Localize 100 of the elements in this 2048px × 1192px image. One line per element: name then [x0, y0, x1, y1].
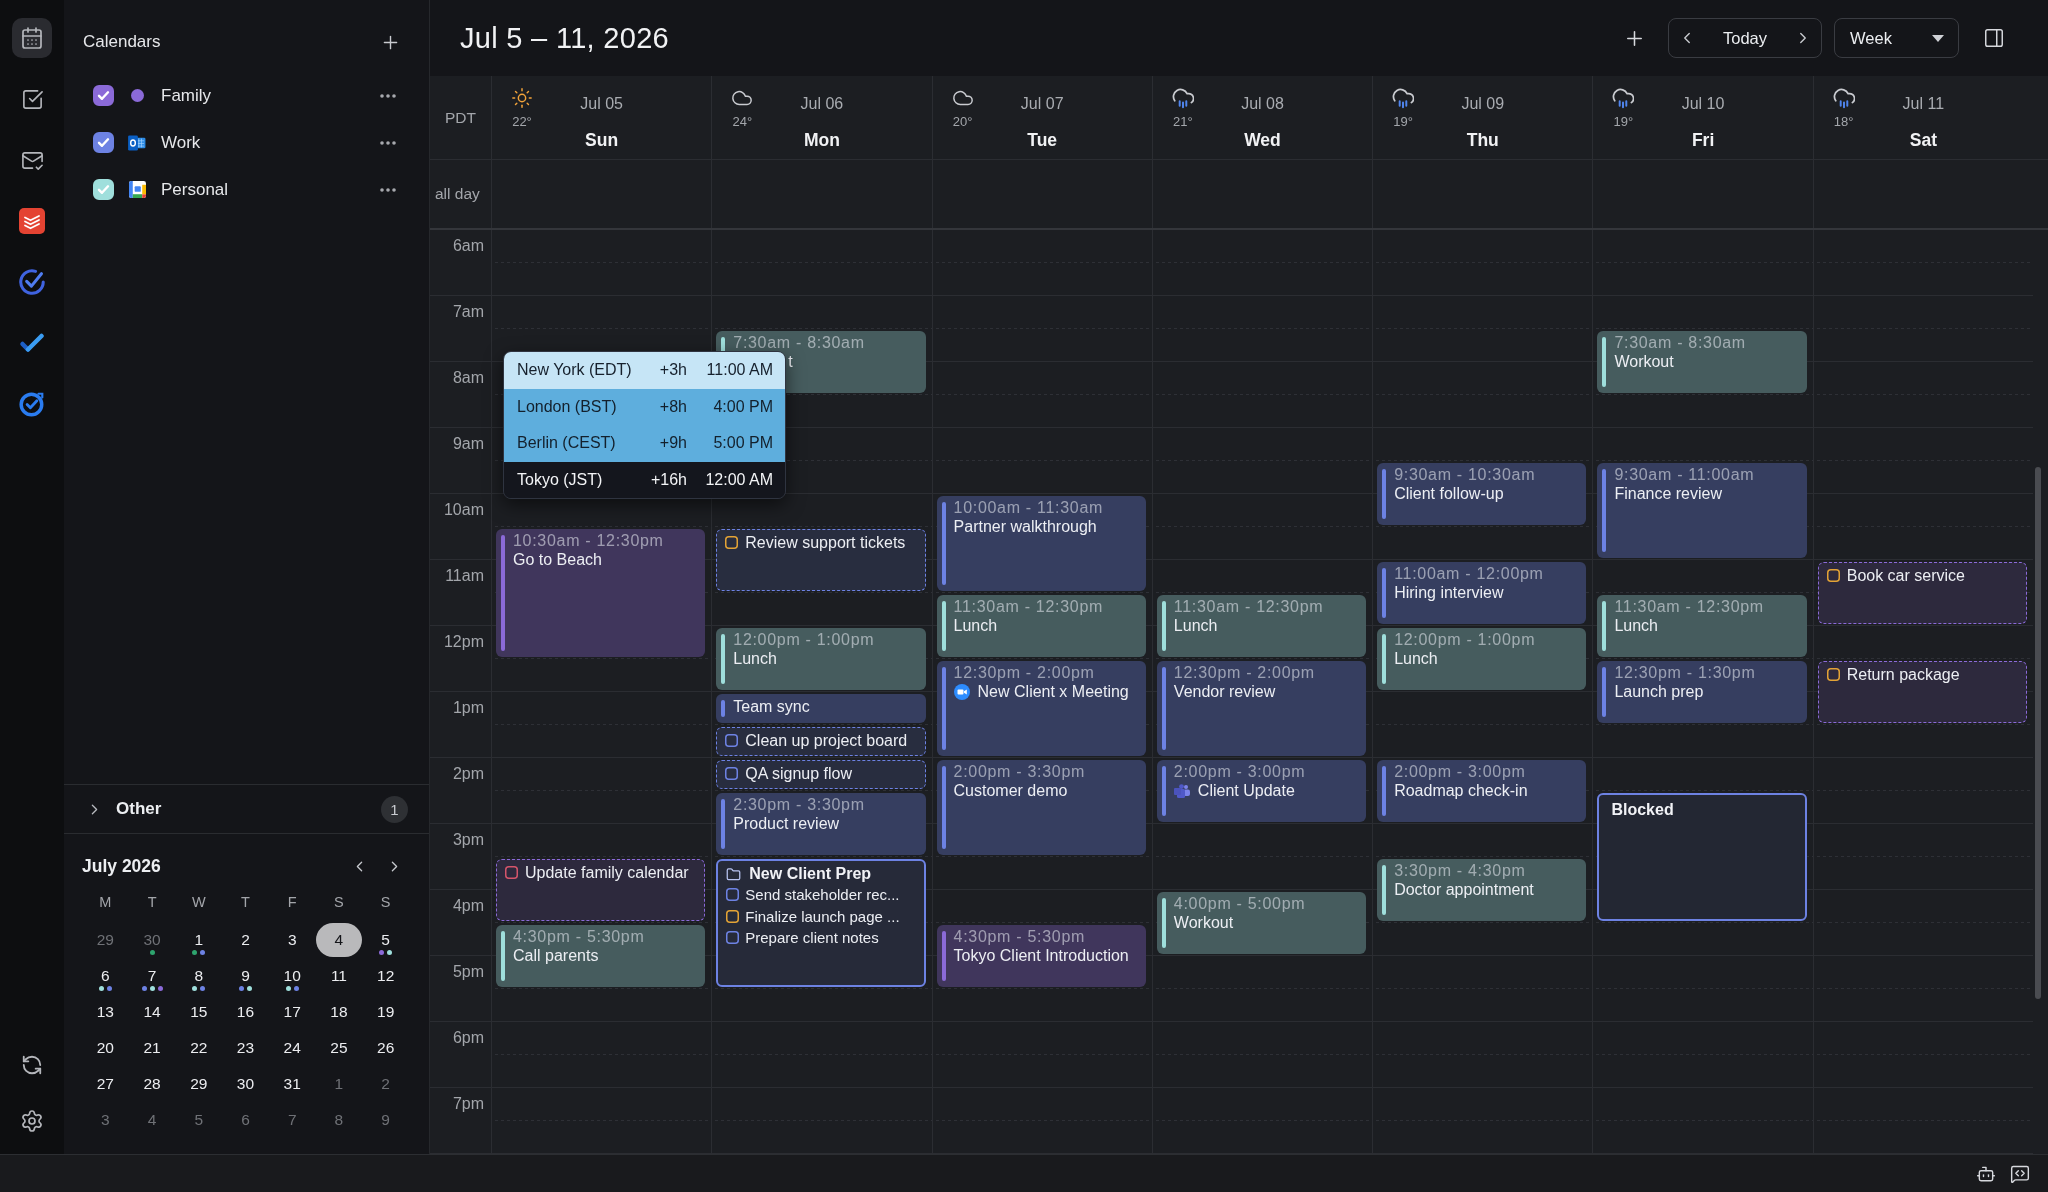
today-button[interactable]: Today — [1705, 19, 1785, 57]
task-checkbox[interactable] — [725, 536, 739, 549]
calendar-checkbox[interactable] — [93, 132, 114, 153]
event-card[interactable]: 11:30am - 12:30pm Lunch — [1156, 595, 1367, 657]
calendar-day[interactable]: 13 — [82, 995, 129, 1029]
calendar-day[interactable]: 29 — [82, 923, 129, 957]
calendar-day[interactable]: 31 — [269, 1067, 316, 1101]
event-card[interactable]: 11:30am - 12:30pm Lunch — [936, 595, 1146, 657]
event-card[interactable]: 12:30pm - 2:00pm New Client x Meeting — [936, 661, 1146, 756]
calendar-day[interactable]: 7 — [269, 1103, 316, 1137]
timezone-time: 12:00 AM — [704, 470, 773, 489]
event-card[interactable]: 3:30pm - 4:30pm Doctor appointment — [1377, 859, 1587, 921]
calendar-day[interactable]: 18 — [315, 995, 362, 1029]
task-card[interactable]: QA signup flow — [716, 760, 926, 789]
event-card[interactable]: 4:00pm - 5:00pm Workout — [1156, 892, 1367, 954]
feedback-button[interactable] — [2010, 1163, 2030, 1184]
temperature: 24° — [732, 114, 753, 130]
event-card[interactable]: 12:30pm - 2:00pm Vendor review — [1156, 661, 1367, 756]
task-card[interactable]: Return package — [1817, 661, 2027, 723]
calendar-day[interactable]: 1 — [175, 923, 222, 957]
task-card[interactable]: Clean up project board — [716, 727, 926, 756]
event-card[interactable]: Team sync — [716, 694, 926, 723]
task-checkbox[interactable] — [505, 866, 518, 879]
task-card[interactable]: Update family calendar — [496, 859, 706, 921]
calendar-name[interactable]: Work — [161, 132, 201, 153]
calendar-day[interactable]: 21 — [129, 1031, 176, 1065]
blocked-time-card[interactable]: Blocked — [1597, 793, 1807, 921]
calendar-view-button[interactable] — [12, 18, 52, 58]
calendar-day[interactable]: 30 — [222, 1067, 269, 1101]
calendar-day[interactable]: 2 — [362, 1067, 409, 1101]
calendar-day[interactable]: 11 — [315, 959, 362, 993]
calendar-day[interactable]: 17 — [269, 995, 316, 1029]
event-card[interactable]: 12:00pm - 1:00pm Lunch — [1377, 628, 1587, 690]
task-checkbox[interactable] — [1826, 668, 1840, 681]
calendar-day[interactable]: 25 — [315, 1031, 362, 1065]
task-card[interactable]: Book car service — [1817, 562, 2027, 624]
calendar-day[interactable]: 14 — [129, 995, 176, 1029]
calendar-day[interactable]: 3 — [269, 923, 316, 957]
event-card[interactable]: 2:00pm - 3:30pm Customer demo — [936, 760, 1146, 855]
calendar-day[interactable]: 26 — [362, 1031, 409, 1065]
task-checkbox[interactable] — [726, 888, 740, 902]
task-checkbox[interactable] — [726, 931, 740, 945]
event-card[interactable]: 4:30pm - 5:30pm Call parents — [496, 925, 706, 987]
project-card[interactable]: New Client Prep Send stakeholder rec... Finalize launch page ... Prepare client notes — [716, 859, 926, 987]
calendar-day[interactable]: 23 — [222, 1031, 269, 1065]
event-card[interactable]: 2:00pm - 3:00pm Roadmap check-in — [1377, 760, 1587, 822]
calendar-day[interactable]: 5 — [175, 1103, 222, 1137]
calendar-day[interactable]: 4 — [129, 1103, 176, 1137]
calendar-day[interactable]: 24 — [269, 1031, 316, 1065]
calendar-day[interactable]: 3 — [82, 1103, 129, 1137]
task-checkbox[interactable] — [725, 734, 739, 747]
day-date: Jul 05 — [580, 94, 623, 114]
task-title: Book car service — [1846, 566, 1965, 585]
event-card[interactable]: 2:00pm - 3:00pm Client Update — [1156, 760, 1367, 822]
calendar-day[interactable]: 5 — [362, 923, 409, 957]
calendar-day[interactable]: 20 — [82, 1031, 129, 1065]
view-select[interactable]: Week — [1834, 18, 1959, 58]
event-card[interactable]: 4:30pm - 5:30pm Tokyo Client Introduction — [936, 925, 1146, 987]
calendar-name[interactable]: Personal — [161, 179, 229, 200]
event-card[interactable]: 9:30am - 10:30am Client follow-up — [1377, 463, 1587, 525]
calendar-day[interactable]: 12 — [362, 959, 409, 993]
calendar-day[interactable]: 7 — [129, 959, 176, 993]
event-card[interactable]: 7:30am - 8:30am Workout — [1597, 331, 1807, 393]
calendar-day[interactable]: 4 — [315, 923, 362, 957]
event-card[interactable]: 2:30pm - 3:30pm Product review — [716, 793, 926, 855]
task-checkbox[interactable] — [725, 767, 739, 780]
calendar-day[interactable]: 1 — [315, 1067, 362, 1101]
calendar-checkbox[interactable] — [93, 85, 114, 106]
calendar-day[interactable]: 19 — [362, 995, 409, 1029]
event-title: Vendor review — [1173, 682, 1276, 701]
event-card[interactable]: 9:30am - 11:00am Finance review — [1597, 463, 1807, 558]
task-checkbox[interactable] — [1826, 569, 1840, 582]
event-card[interactable]: 11:30am - 12:30pm Lunch — [1597, 595, 1807, 657]
calendar-day[interactable]: 30 — [129, 923, 176, 957]
calendar-name[interactable]: Family — [161, 85, 212, 106]
event-card[interactable]: 11:00am - 12:00pm Hiring interview — [1377, 562, 1587, 624]
calendar-group-toggle[interactable]: Other 1 — [64, 784, 429, 834]
event-card[interactable]: 12:00pm - 1:00pm Lunch — [716, 628, 926, 690]
day-date: Jul 10 — [1681, 94, 1725, 114]
event-card[interactable]: 10:30am - 12:30pm Go to Beach — [496, 529, 706, 657]
calendar-day[interactable]: 27 — [82, 1067, 129, 1101]
event-card[interactable]: 10:00am - 11:30am Partner walkthrough — [936, 496, 1146, 591]
calendar-day[interactable]: 28 — [129, 1067, 176, 1101]
calendar-day[interactable]: 6 — [222, 1103, 269, 1137]
calendar-day[interactable]: 29 — [175, 1067, 222, 1101]
calendar-day[interactable]: 15 — [175, 995, 222, 1029]
event-title: Finance review — [1614, 484, 1723, 503]
calendar-day[interactable]: 2 — [222, 923, 269, 957]
calendar-day[interactable]: 6 — [82, 959, 129, 993]
task-checkbox[interactable] — [726, 909, 740, 923]
calendar-day[interactable]: 22 — [175, 1031, 222, 1065]
calendar-day[interactable]: 10 — [269, 959, 316, 993]
scrollbar-thumb[interactable] — [2035, 467, 2041, 999]
calendar-day[interactable]: 8 — [315, 1103, 362, 1137]
calendar-day[interactable]: 8 — [175, 959, 222, 993]
calendar-day[interactable]: 9 — [222, 959, 269, 993]
calendar-day[interactable]: 9 — [362, 1103, 409, 1137]
event-card[interactable]: 12:30pm - 1:30pm Launch prep — [1597, 661, 1807, 723]
calendar-day[interactable]: 16 — [222, 995, 269, 1029]
task-card[interactable]: Review support tickets — [716, 529, 926, 591]
